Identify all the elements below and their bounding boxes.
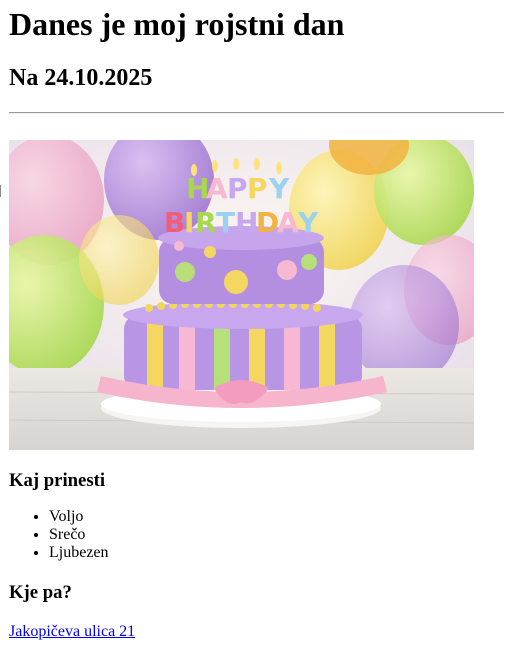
date-heading: Na 24.10.2025	[9, 65, 153, 91]
svg-text:B: B	[164, 206, 185, 239]
page-content: Danes je moj rojstni dan Na 24.10.2025 H…	[0, 0, 505, 641]
svg-text:P: P	[227, 172, 248, 205]
location-section-heading: Kje pa?	[9, 582, 72, 603]
svg-text:A: A	[277, 206, 299, 239]
svg-text:T: T	[216, 206, 235, 239]
svg-text:H: H	[235, 206, 258, 239]
window-edge-marker	[0, 185, 1, 197]
birthday-cake-illustration: H A P P Y B I R T H D A Y	[9, 140, 474, 450]
svg-text:R: R	[195, 206, 217, 239]
page-title: Danes je moj rojstni dan	[9, 6, 345, 42]
list-item: Voljo	[49, 508, 505, 526]
horizontal-divider	[9, 112, 504, 114]
svg-text:I: I	[184, 206, 194, 239]
svg-text:P: P	[247, 172, 268, 205]
svg-text:A: A	[206, 172, 228, 205]
birthday-cake-photo: H A P P Y B I R T H D A Y	[9, 140, 474, 450]
list-item: Ljubezen	[49, 544, 505, 562]
svg-text:D: D	[256, 206, 279, 239]
svg-text:Y: Y	[297, 206, 319, 239]
list-item: Srečo	[49, 526, 505, 544]
bring-list: Voljo Srečo Ljubezen	[9, 508, 505, 562]
svg-text:Y: Y	[268, 172, 290, 205]
address-link[interactable]: Jakopičeva ulica 21	[9, 623, 135, 641]
bring-section-heading: Kaj prinesti	[9, 470, 106, 491]
